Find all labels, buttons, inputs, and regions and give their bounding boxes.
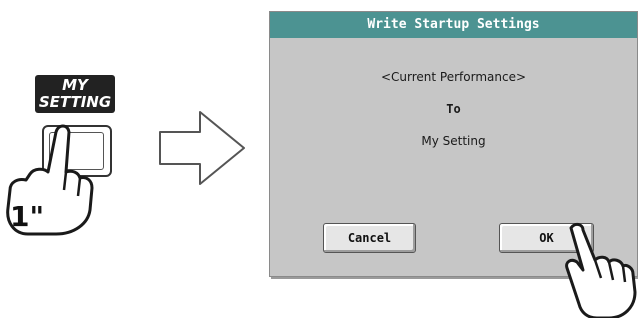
source-text: <Current Performance> [380, 70, 527, 84]
dialog-title: Write Startup Settings [270, 12, 637, 38]
label-line-1: MY [62, 76, 88, 94]
pointing-hand-icon [565, 222, 637, 318]
label-line-2: SETTING [38, 93, 112, 111]
my-setting-label: MY SETTING [35, 75, 115, 113]
target-text: My Setting [421, 134, 486, 148]
pointing-hand-icon: 1" [6, 124, 94, 236]
connector-text: To [446, 102, 461, 116]
cancel-button[interactable]: Cancel [323, 223, 416, 253]
press-duration-text: 1" [10, 200, 44, 233]
right-arrow-icon [159, 111, 245, 185]
